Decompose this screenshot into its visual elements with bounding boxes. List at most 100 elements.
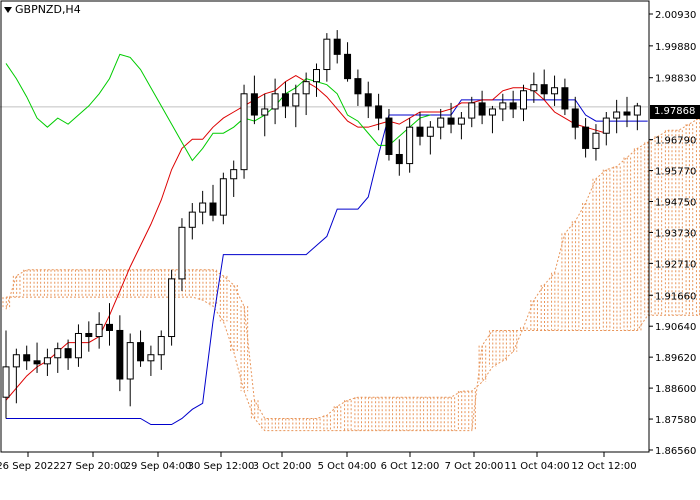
candle-body xyxy=(95,323,103,338)
candle xyxy=(633,102,641,131)
candle-body xyxy=(313,69,320,83)
candle-body xyxy=(623,111,631,116)
x-tick-label: 27 Sep 20:00 xyxy=(60,461,127,472)
candle-body xyxy=(219,178,227,216)
candle xyxy=(23,345,31,370)
y-tick-label: 1.99880 xyxy=(655,42,696,53)
candle xyxy=(116,315,124,392)
candle-body xyxy=(437,117,445,128)
candle-body xyxy=(395,153,403,165)
candle xyxy=(54,342,62,373)
candle-body xyxy=(364,93,372,107)
candle xyxy=(602,112,610,146)
candle xyxy=(395,139,403,176)
candle xyxy=(499,93,507,122)
candle xyxy=(406,118,414,173)
candle-body xyxy=(499,102,507,110)
candle xyxy=(582,118,590,158)
candle xyxy=(199,190,207,225)
x-tick-label: 29 Sep 04:00 xyxy=(125,461,192,472)
y-tick-label: 1.89620 xyxy=(655,353,696,364)
candle xyxy=(457,112,465,140)
candle-body xyxy=(302,81,310,95)
y-tick-label: 1.91660 xyxy=(655,291,696,302)
candle-body xyxy=(354,78,362,95)
candle xyxy=(74,324,82,367)
candle xyxy=(271,78,279,125)
candle-body xyxy=(488,108,496,116)
x-tick-label: 7 Oct 20:00 xyxy=(445,461,504,472)
chevron-down-icon[interactable] xyxy=(4,6,12,13)
x-tick-label: 11 Oct 04:00 xyxy=(504,461,569,472)
candle xyxy=(240,84,248,179)
candle-body xyxy=(582,126,590,149)
candle xyxy=(147,345,155,376)
symbol-label[interactable]: GBPNZD,H4 xyxy=(4,3,81,16)
y-tick-label: 1.90640 xyxy=(655,322,696,333)
candle-body xyxy=(406,126,414,165)
candle xyxy=(137,330,145,367)
candle-body xyxy=(137,342,145,362)
candle xyxy=(292,84,300,128)
candle-body xyxy=(292,93,300,107)
y-tick-label: 1.98830 xyxy=(655,74,696,85)
candlestick-series xyxy=(2,30,641,419)
candle-body xyxy=(468,102,476,119)
candle-body xyxy=(633,105,641,116)
candle xyxy=(126,333,134,407)
candle-body xyxy=(178,226,186,280)
price-axis: 2.00930 1.99880 1.98830 1.96790 1.95770 1.947… xyxy=(649,10,696,457)
candle-body xyxy=(323,38,331,71)
price-chart[interactable]: 2.00930 1.99880 1.98830 1.96790 1.95770 1.947… xyxy=(0,0,700,500)
candle-body xyxy=(530,84,538,92)
candle xyxy=(2,330,10,419)
candle-body xyxy=(230,169,238,180)
candle xyxy=(509,90,517,119)
candle xyxy=(623,96,631,128)
candle xyxy=(385,108,393,161)
candle-body xyxy=(74,332,82,359)
candle xyxy=(85,321,93,352)
candle-body xyxy=(271,93,279,110)
kijun-sen-line xyxy=(6,99,648,426)
y-tick-label: 1.92710 xyxy=(655,259,696,270)
candle xyxy=(168,269,176,346)
candle-body xyxy=(188,211,196,228)
candle xyxy=(178,218,186,292)
current-price-tag: 1.97868 xyxy=(650,105,700,119)
candle-body xyxy=(520,90,527,110)
candle xyxy=(478,90,486,125)
candle-body xyxy=(551,87,559,95)
candle-body xyxy=(375,105,383,119)
y-tick-label: 1.94750 xyxy=(655,198,696,209)
candle-body xyxy=(447,117,455,125)
x-tick-label: 30 Sep 12:00 xyxy=(188,461,255,472)
candle-body xyxy=(540,84,548,95)
candle-body xyxy=(54,348,62,359)
candle-body xyxy=(613,111,621,119)
x-tick-label: 3 Oct 20:00 xyxy=(253,461,312,472)
candle-body xyxy=(43,357,51,365)
candle-body xyxy=(240,93,248,171)
candle xyxy=(95,312,103,349)
candle xyxy=(613,99,621,134)
candle xyxy=(281,81,289,119)
candle-body xyxy=(85,332,93,338)
candle-body xyxy=(281,93,289,107)
candle-body xyxy=(344,53,352,80)
candle xyxy=(520,84,527,122)
candle-body xyxy=(333,38,341,55)
candle xyxy=(261,93,269,137)
candle xyxy=(12,348,20,404)
chikou-span-line xyxy=(5,53,431,162)
candle xyxy=(426,121,434,155)
y-tick-label: 1.87580 xyxy=(655,415,696,426)
candle-body xyxy=(33,360,41,365)
candle-body xyxy=(261,108,269,116)
candle-body xyxy=(478,102,486,116)
candle-body xyxy=(168,278,176,338)
candle-body xyxy=(209,202,217,216)
candle-body xyxy=(147,354,155,362)
candle xyxy=(313,63,320,97)
y-tick-label: 2.00930 xyxy=(655,10,696,21)
